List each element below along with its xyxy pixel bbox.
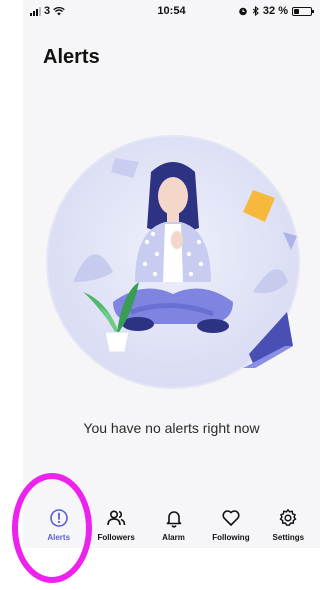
battery-level [294,8,299,14]
empty-state-message: You have no alerts right now [83,420,260,436]
tab-label: Settings [272,533,305,542]
tab-settings[interactable]: Settings [260,500,317,548]
tab-following[interactable]: Following [202,500,259,548]
highlight-ring [12,473,92,583]
tab-label: Alarm [162,533,185,542]
meditation-illustration [46,135,300,389]
gear-icon [280,509,297,526]
alarm-clock-icon [239,7,247,16]
tab-label: Following [212,533,250,542]
tab-followers[interactable]: Followers [87,500,144,548]
bell-icon [166,511,181,528]
users-icon [107,510,126,526]
tab-label: Followers [97,533,135,542]
status-right: 32 % [238,5,314,17]
phone-screen: 3 10:54 32 % Alerts You have no alerts r… [23,0,320,548]
heart-icon [222,510,240,526]
battery-icon [292,6,314,16]
page-title: Alerts [43,46,100,68]
tab-alarm[interactable]: Alarm [145,500,202,548]
bluetooth-icon [252,6,259,16]
status-bar: 3 10:54 32 % [23,0,320,22]
battery-percent: 32 % [262,5,288,17]
